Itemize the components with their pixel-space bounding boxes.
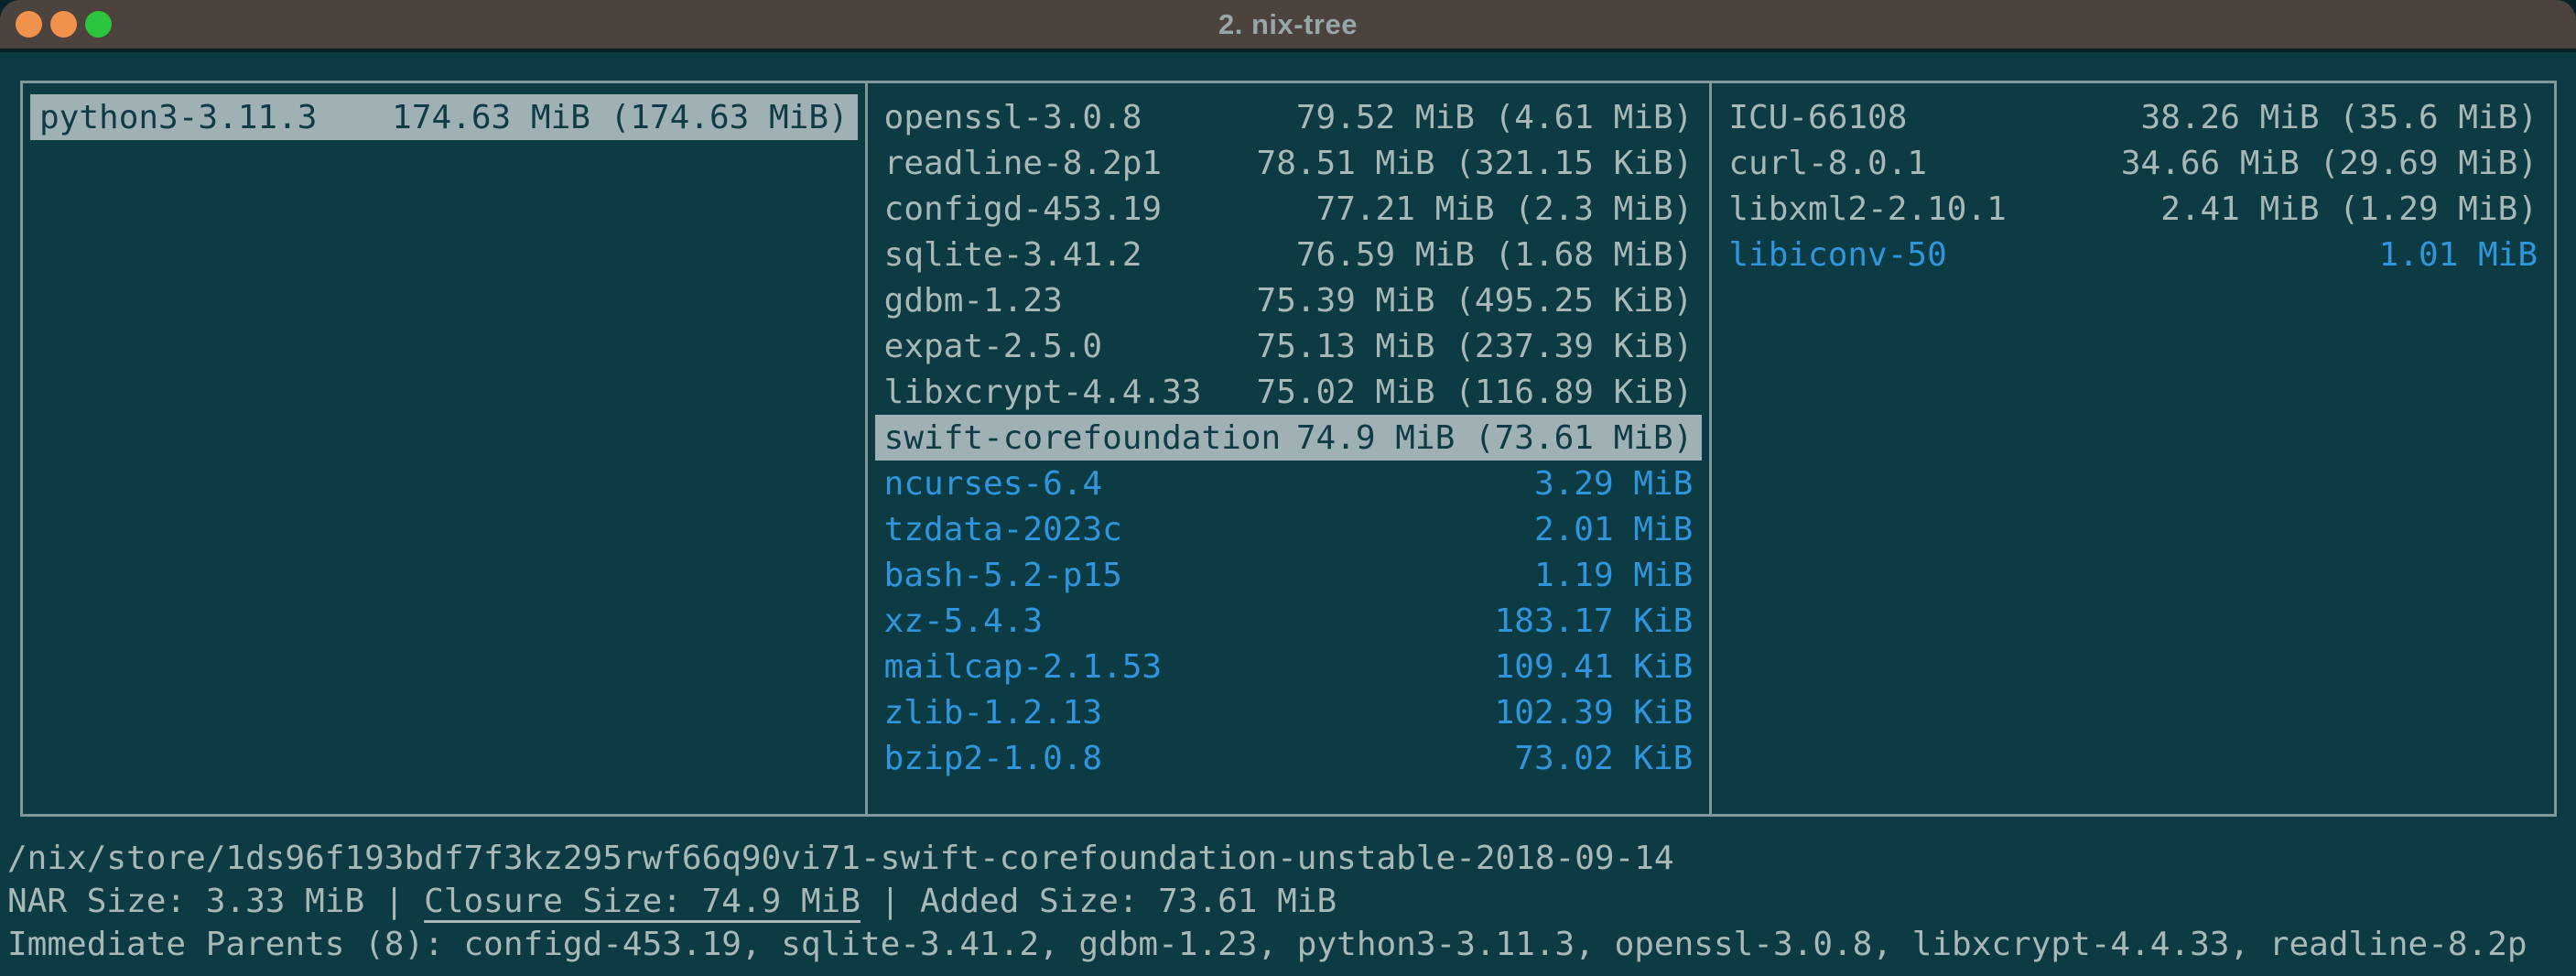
window-title: 2. nix-tree — [1218, 8, 1358, 41]
tree-column-parents: python3-3.11.3 174.63 MiB (174.63 MiB) — [23, 83, 868, 814]
package-name: ncurses-6.4 — [884, 465, 1102, 503]
size-info: NAR Size: 3.33 MiB | Closure Size: 74.9 … — [7, 880, 2576, 923]
package-name: openssl-3.0.8 — [884, 99, 1142, 136]
package-row[interactable]: configd-453.19 77.21 MiB (2.3 MiB) — [875, 186, 1703, 232]
titlebar: 2. nix-tree — [0, 0, 2576, 52]
package-size: 75.02 MiB (116.89 KiB) — [1257, 374, 1694, 411]
package-size: 77.21 MiB (2.3 MiB) — [1316, 190, 1694, 228]
package-name: bzip2-1.0.8 — [884, 740, 1102, 777]
package-size: 1.19 MiB — [1534, 557, 1693, 594]
immediate-parents: Immediate Parents (8): configd-453.19, s… — [7, 923, 2576, 966]
package-row[interactable]: openssl-3.0.8 79.52 MiB (4.61 MiB) — [875, 94, 1703, 140]
package-name: mailcap-2.1.53 — [884, 648, 1162, 686]
package-size: 38.26 MiB (35.6 MiB) — [2141, 99, 2538, 136]
package-name: libiconv-50 — [1728, 236, 1946, 274]
nar-size: NAR Size: 3.33 MiB | — [7, 883, 424, 920]
close-button-icon[interactable] — [16, 11, 42, 38]
package-size: 75.13 MiB (237.39 KiB) — [1257, 328, 1694, 365]
package-size: 75.39 MiB (495.25 KiB) — [1257, 282, 1694, 320]
package-name: configd-453.19 — [884, 190, 1162, 228]
package-row[interactable]: readline-8.2p1 78.51 MiB (321.15 KiB) — [875, 140, 1703, 186]
package-size: 73.02 KiB — [1514, 740, 1693, 777]
package-row[interactable]: sqlite-3.41.2 76.59 MiB (1.68 MiB) — [875, 232, 1703, 277]
package-size: 2.41 MiB (1.29 MiB) — [2160, 190, 2538, 228]
package-row[interactable]: xz-5.4.3 183.17 KiB — [875, 598, 1703, 644]
package-size: 183.17 KiB — [1495, 602, 1694, 640]
package-name: zlib-1.2.13 — [884, 694, 1102, 732]
package-name: curl-8.0.1 — [1728, 145, 1927, 182]
package-row[interactable]: python3-3.11.3 174.63 MiB (174.63 MiB) — [30, 94, 858, 140]
added-size: | Added Size: 73.61 MiB — [860, 883, 1337, 920]
package-size: 174.63 MiB (174.63 MiB) — [392, 99, 849, 136]
package-name: sqlite-3.41.2 — [884, 236, 1142, 274]
package-size: 109.41 KiB — [1495, 648, 1694, 686]
package-name: libxcrypt-4.4.33 — [884, 374, 1202, 411]
terminal-window: 2. nix-tree python3-3.11.3 174.63 MiB (17… — [0, 0, 2576, 976]
nix-tree-app: python3-3.11.3 174.63 MiB (174.63 MiB) op… — [0, 52, 2576, 976]
tree-column-children: ICU-66108 38.26 MiB (35.6 MiB) curl-8.0.1 3… — [1712, 83, 2554, 814]
package-row[interactable]: libxml2-2.10.1 2.41 MiB (1.29 MiB) — [1719, 186, 2547, 232]
package-row[interactable]: bzip2-1.0.8 73.02 KiB — [875, 735, 1703, 781]
store-path: /nix/store/1ds96f193bdf7f3kz295rwf66q90v… — [7, 837, 2576, 880]
package-row[interactable]: mailcap-2.1.53 109.41 KiB — [875, 644, 1703, 689]
package-name: tzdata-2023c — [884, 511, 1122, 548]
closure-size: Closure Size: 74.9 MiB — [424, 883, 860, 920]
package-name: gdbm-1.23 — [884, 282, 1063, 320]
package-name: ICU-66108 — [1728, 99, 1907, 136]
status-area: /nix/store/1ds96f193bdf7f3kz295rwf66q90v… — [7, 837, 2576, 966]
package-size: 102.39 KiB — [1495, 694, 1694, 732]
package-name: readline-8.2p1 — [884, 145, 1162, 182]
package-row[interactable]: bash-5.2-p15 1.19 MiB — [875, 552, 1703, 598]
package-size: 74.9 MiB (73.61 MiB) — [1296, 419, 1693, 457]
package-size: 76.59 MiB (1.68 MiB) — [1296, 236, 1693, 274]
package-size: 1.01 MiB — [2379, 236, 2538, 274]
package-row[interactable]: tzdata-2023c 2.01 MiB — [875, 506, 1703, 552]
package-row[interactable]: ICU-66108 38.26 MiB (35.6 MiB) — [1719, 94, 2547, 140]
package-row[interactable]: curl-8.0.1 34.66 MiB (29.69 MiB) — [1719, 140, 2547, 186]
package-name: swift-corefoundation — [884, 419, 1281, 457]
package-size: 2.01 MiB — [1534, 511, 1693, 548]
package-row[interactable]: expat-2.5.0 75.13 MiB (237.39 KiB) — [875, 323, 1703, 369]
tree-column-current: openssl-3.0.8 79.52 MiB (4.61 MiB) readlin… — [868, 83, 1713, 814]
package-size: 78.51 MiB (321.15 KiB) — [1257, 145, 1694, 182]
package-name: bash-5.2-p15 — [884, 557, 1122, 594]
package-name: xz-5.4.3 — [884, 602, 1043, 640]
package-size: 79.52 MiB (4.61 MiB) — [1296, 99, 1693, 136]
package-name: libxml2-2.10.1 — [1728, 190, 2006, 228]
tree-panel: python3-3.11.3 174.63 MiB (174.63 MiB) op… — [20, 81, 2557, 817]
zoom-button-icon[interactable] — [85, 11, 112, 38]
package-row[interactable]: libiconv-50 1.01 MiB — [1719, 232, 2547, 277]
package-row[interactable]: swift-corefoundation 74.9 MiB (73.61 MiB) — [875, 415, 1703, 461]
traffic-lights — [16, 0, 112, 49]
package-size: 34.66 MiB (29.69 MiB) — [2121, 145, 2538, 182]
package-row[interactable]: ncurses-6.4 3.29 MiB — [875, 461, 1703, 506]
minimize-button-icon[interactable] — [50, 11, 77, 38]
package-name: python3-3.11.3 — [39, 99, 317, 136]
package-row[interactable]: libxcrypt-4.4.33 75.02 MiB (116.89 KiB) — [875, 369, 1703, 415]
package-size: 3.29 MiB — [1534, 465, 1693, 503]
package-row[interactable]: zlib-1.2.13 102.39 KiB — [875, 689, 1703, 735]
package-name: expat-2.5.0 — [884, 328, 1102, 365]
package-row[interactable]: gdbm-1.23 75.39 MiB (495.25 KiB) — [875, 277, 1703, 323]
